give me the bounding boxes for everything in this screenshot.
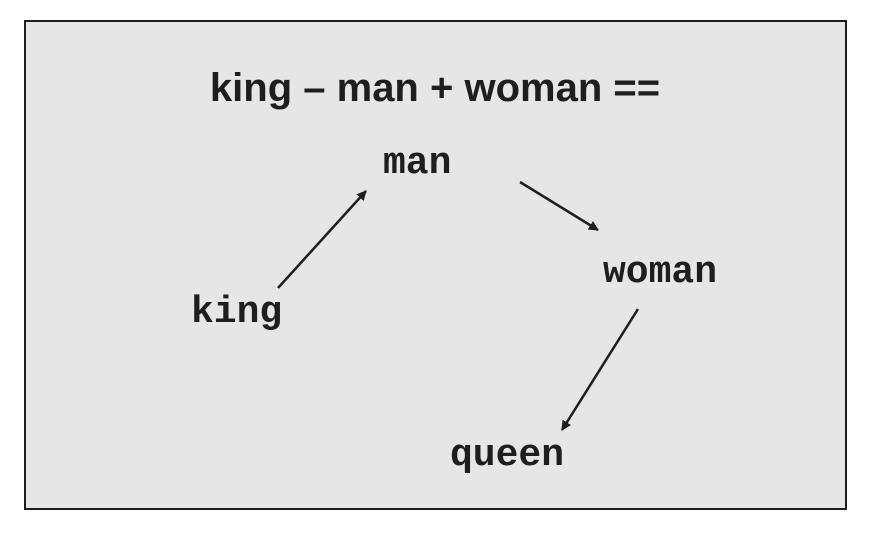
- arrow-king-to-man: [277, 190, 367, 289]
- arrow-layer: [277, 180, 640, 431]
- arrow-man-to-woman: [519, 180, 599, 232]
- arrow-woman-to-queen: [560, 308, 640, 431]
